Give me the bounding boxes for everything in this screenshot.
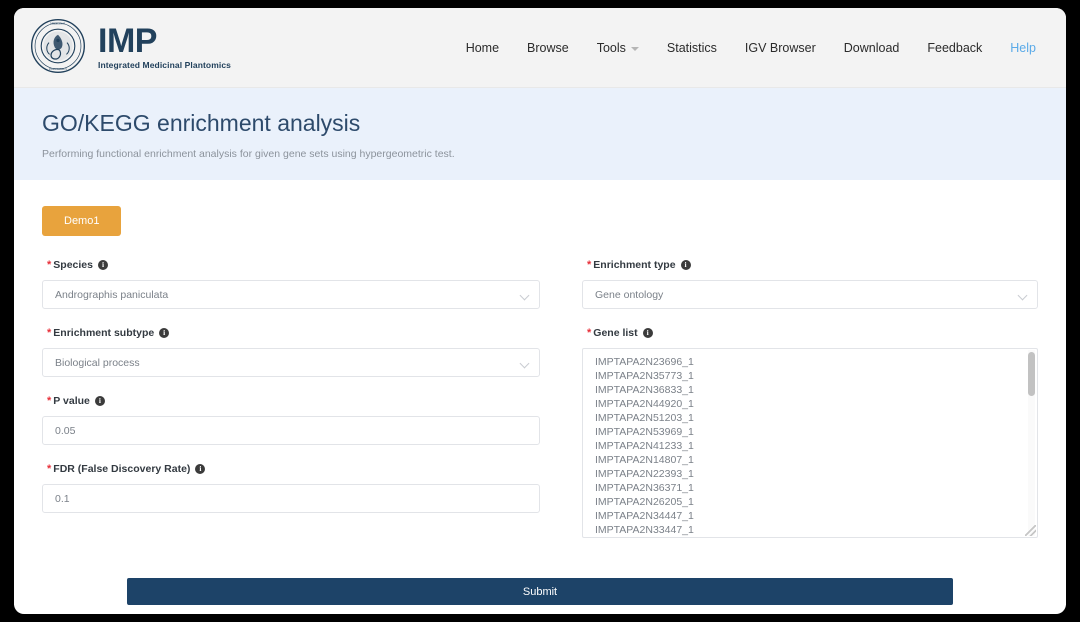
chevron-down-icon [630, 47, 639, 51]
enrichment-subtype-selected-value: Biological process [55, 356, 140, 369]
submit-button[interactable]: Submit [127, 578, 953, 605]
required-marker: * [587, 326, 592, 339]
required-marker: * [47, 258, 52, 271]
gene-list-items: IMPTAPA2N23696_1 IMPTAPA2N35773_1 IMPTAPA2… [583, 349, 1037, 537]
gene-list-item: IMPTAPA2N26205_1 [595, 496, 694, 508]
nav-item-tools[interactable]: Tools [583, 35, 653, 61]
site-header: MEDICINAL PLANTOMICS IMP Integrated Medi… [14, 8, 1066, 88]
enrichment-type-label: * Enrichment type i [587, 259, 1038, 271]
textarea-resize-handle[interactable] [1025, 525, 1036, 536]
field-enrichment-subtype: * Enrichment subtype i Biological proces… [42, 327, 540, 377]
enrichment-subtype-select[interactable]: Biological process [42, 348, 540, 377]
page-banner: GO/KEGG enrichment analysis Performing f… [14, 88, 1066, 180]
gene-list-item: IMPTAPA2N51203_1 [595, 412, 694, 424]
nav-label: Statistics [666, 41, 717, 55]
gene-list-item: IMPTAPA2N44920_1 [595, 398, 694, 410]
demo1-button[interactable]: Demo1 [42, 206, 122, 236]
label-text: Enrichment subtype [53, 327, 155, 339]
enrichment-subtype-label: * Enrichment subtype i [47, 327, 540, 339]
circular-seal-icon: MEDICINAL PLANTOMICS [30, 18, 86, 74]
svg-text:PLANTOMICS: PLANTOMICS [49, 68, 67, 71]
gene-list-item: IMPTAPA2N34447_1 [595, 510, 694, 522]
gene-list-label: * Gene list i [587, 327, 1038, 339]
info-icon[interactable]: i [195, 464, 206, 474]
gene-list-scrollbar-thumb[interactable] [1028, 352, 1035, 396]
brand-logo[interactable]: MEDICINAL PLANTOMICS IMP Integrated Medi… [30, 18, 231, 74]
required-marker: * [47, 326, 52, 339]
gene-list-item: IMPTAPA2N41233_1 [595, 440, 694, 452]
required-marker: * [47, 394, 52, 407]
nav-label: Home [465, 41, 500, 55]
brand-title: IMP [98, 22, 157, 61]
gene-list-item: IMPTAPA2N14807_1 [595, 454, 694, 466]
field-p-value: * P value i [42, 395, 540, 445]
nav-item-download[interactable]: Download [830, 35, 914, 61]
nav-item-feedback[interactable]: Feedback [913, 35, 996, 61]
gene-list-item: IMPTAPA2N33447_1 [595, 524, 694, 536]
field-enrichment-type: * Enrichment type i Gene ontology [582, 259, 1038, 309]
gene-list-item: IMPTAPA2N36371_1 [595, 482, 694, 494]
chevron-down-icon [519, 290, 530, 301]
label-text: Enrichment type [593, 259, 676, 271]
field-gene-list: * Gene list i IMPTAPA2N23696_1 IMPTAPA2N3… [582, 327, 1038, 538]
gene-list-item: IMPTAPA2N22393_1 [595, 468, 694, 480]
main-navigation: Home Browse Tools Statistics IGV Browser… [452, 8, 1050, 88]
p-value-label: * P value i [47, 395, 540, 407]
required-marker: * [47, 462, 52, 475]
label-text: Species [53, 259, 93, 271]
enrichment-type-selected-value: Gene ontology [595, 288, 664, 301]
page-title: GO/KEGG enrichment analysis [42, 110, 361, 136]
page-subtitle: Performing functional enrichment analysi… [42, 148, 455, 160]
info-icon[interactable]: i [642, 328, 653, 338]
nav-label: Feedback [927, 41, 983, 55]
nav-item-statistics[interactable]: Statistics [653, 35, 731, 61]
svg-text:MEDICINAL: MEDICINAL [50, 23, 66, 26]
chevron-down-icon [519, 358, 530, 369]
label-text: P value [53, 395, 90, 407]
nav-label: Download [843, 41, 900, 55]
form-column-right: * Enrichment type i Gene ontology * Gene… [540, 259, 1038, 556]
gene-list-item: IMPTAPA2N35773_1 [595, 370, 694, 382]
brand-subtitle: Integrated Medicinal Plantomics [98, 60, 231, 71]
enrichment-type-select[interactable]: Gene ontology [582, 280, 1038, 309]
nav-label: Browse [527, 41, 569, 55]
form-column-left: * Species i Andrographis paniculata * En… [42, 259, 540, 556]
info-icon[interactable]: i [97, 260, 108, 270]
species-label: * Species i [47, 259, 540, 271]
browser-page: MEDICINAL PLANTOMICS IMP Integrated Medi… [14, 8, 1066, 614]
nav-label: IGV Browser [744, 41, 816, 55]
gene-list-item: IMPTAPA2N36833_1 [595, 384, 694, 396]
gene-list-item: IMPTAPA2N53969_1 [595, 426, 694, 438]
nav-item-igv-browser[interactable]: IGV Browser [731, 35, 830, 61]
fdr-input[interactable] [42, 484, 540, 513]
label-text: Gene list [593, 327, 638, 339]
form-columns: * Species i Andrographis paniculata * En… [42, 259, 1038, 556]
field-fdr: * FDR (False Discovery Rate) i [42, 463, 540, 513]
p-value-input[interactable] [42, 416, 540, 445]
info-icon[interactable]: i [680, 260, 691, 270]
gene-list-item: IMPTAPA2N23696_1 [595, 356, 694, 368]
info-icon[interactable]: i [94, 396, 105, 406]
nav-item-browse[interactable]: Browse [513, 35, 583, 61]
nav-item-home[interactable]: Home [452, 35, 513, 61]
nav-label: Help [1010, 41, 1036, 55]
nav-item-help[interactable]: Help [996, 35, 1050, 61]
gene-list-textarea[interactable]: IMPTAPA2N23696_1 IMPTAPA2N35773_1 IMPTAPA2… [582, 348, 1038, 538]
submit-row: Submit [42, 556, 1038, 605]
fdr-label: * FDR (False Discovery Rate) i [47, 463, 540, 475]
species-selected-value: Andrographis paniculata [55, 288, 169, 301]
required-marker: * [587, 258, 592, 271]
chevron-down-icon [1017, 290, 1028, 301]
field-species: * Species i Andrographis paniculata [42, 259, 540, 309]
nav-label: Tools [596, 41, 626, 55]
label-text: FDR (False Discovery Rate) [53, 463, 191, 475]
info-icon[interactable]: i [159, 328, 170, 338]
species-select[interactable]: Andrographis paniculata [42, 280, 540, 309]
enrichment-form: Demo1 * Species i Andrographis paniculat… [14, 180, 1066, 605]
